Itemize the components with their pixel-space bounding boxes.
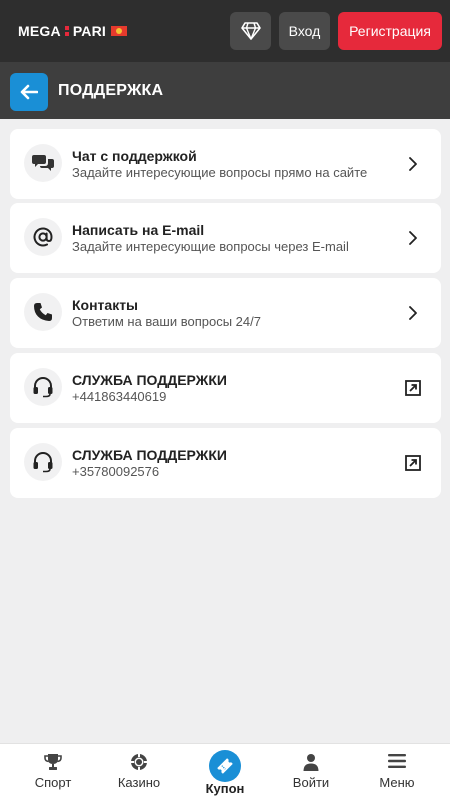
chat-icon	[32, 155, 54, 171]
support-item-subtitle: Ответим на ваши вопросы 24/7	[72, 314, 261, 329]
support-item-title: Контакты	[72, 297, 139, 313]
support-item-hotline-2[interactable]: СЛУЖБА ПОДДЕРЖКИ +35780092576	[10, 428, 441, 498]
register-button[interactable]: Регистрация	[338, 12, 442, 50]
nav-label: Меню	[379, 775, 415, 790]
casino-chip-icon	[131, 754, 147, 770]
menu-icon	[388, 754, 406, 768]
support-item-title: Чат с поддержкой	[72, 148, 197, 164]
support-item-subtitle: Задайте интересующие вопросы через E-mai…	[72, 239, 349, 254]
nav-label: Купон	[205, 781, 245, 796]
support-item-contacts[interactable]: Контакты Ответим на ваши вопросы 24/7	[10, 278, 441, 348]
bottom-navigation: Спорт Казино Купон Войти Меню	[0, 743, 450, 800]
trophy-icon	[44, 754, 62, 770]
megapari-logo[interactable]: MEGA PARI	[18, 23, 128, 39]
arrow-left-icon	[20, 84, 38, 100]
chevron-right-icon	[405, 305, 421, 321]
chevron-right-icon	[405, 156, 421, 172]
nav-label: Казино	[117, 775, 161, 790]
flag-icon	[111, 26, 128, 36]
nav-item-coupon[interactable]: Купон	[180, 744, 270, 800]
page-title: ПОДДЕРЖКА	[58, 82, 164, 99]
support-item-title: Написать на E-mail	[72, 222, 205, 238]
icon-container	[24, 218, 62, 256]
logo-separator	[64, 25, 69, 37]
chevron-right-icon	[405, 230, 421, 246]
support-item-title: СЛУЖБА ПОДДЕРЖКИ	[72, 447, 227, 463]
support-item-hotline-1[interactable]: СЛУЖБА ПОДДЕРЖКИ +441863440619	[10, 353, 441, 423]
headset-icon	[33, 377, 53, 398]
back-button[interactable]	[10, 73, 48, 111]
nav-item-login[interactable]: Войти	[266, 744, 356, 800]
nav-item-sport[interactable]: Спорт	[8, 744, 98, 800]
logo-text-pari: PARI	[72, 23, 107, 39]
login-button[interactable]: Вход	[279, 12, 330, 50]
diamond-icon	[240, 22, 261, 40]
nav-item-casino[interactable]: Казино	[94, 744, 184, 800]
external-link-icon	[405, 380, 421, 396]
vip-button[interactable]	[230, 12, 271, 50]
icon-container	[24, 293, 62, 331]
top-bar: MEGA PARI Вход Регистрация	[0, 0, 450, 62]
page-header: ПОДДЕРЖКА	[0, 62, 450, 119]
nav-item-menu[interactable]: Меню	[352, 744, 442, 800]
icon-container	[24, 368, 62, 406]
external-link-icon	[405, 455, 421, 471]
at-icon	[33, 227, 53, 247]
logo-text-mega: MEGA	[18, 23, 61, 39]
icon-container	[24, 443, 62, 481]
coupon-badge	[209, 750, 241, 782]
ticket-icon	[217, 758, 233, 774]
nav-label: Войти	[292, 775, 330, 790]
support-item-phone: +35780092576	[72, 464, 160, 479]
support-item-email[interactable]: Написать на E-mail Задайте интересующие …	[10, 203, 441, 273]
support-item-title: СЛУЖБА ПОДДЕРЖКИ	[72, 372, 227, 388]
icon-container	[24, 144, 62, 182]
phone-icon	[34, 303, 52, 321]
support-item-subtitle: Задайте интересующие вопросы прямо на са…	[72, 165, 368, 180]
headset-icon	[33, 452, 53, 473]
support-item-chat[interactable]: Чат с поддержкой Задайте интересующие во…	[10, 129, 441, 199]
user-icon	[303, 754, 319, 771]
support-item-phone: +441863440619	[72, 389, 167, 404]
nav-label: Спорт	[34, 775, 72, 790]
